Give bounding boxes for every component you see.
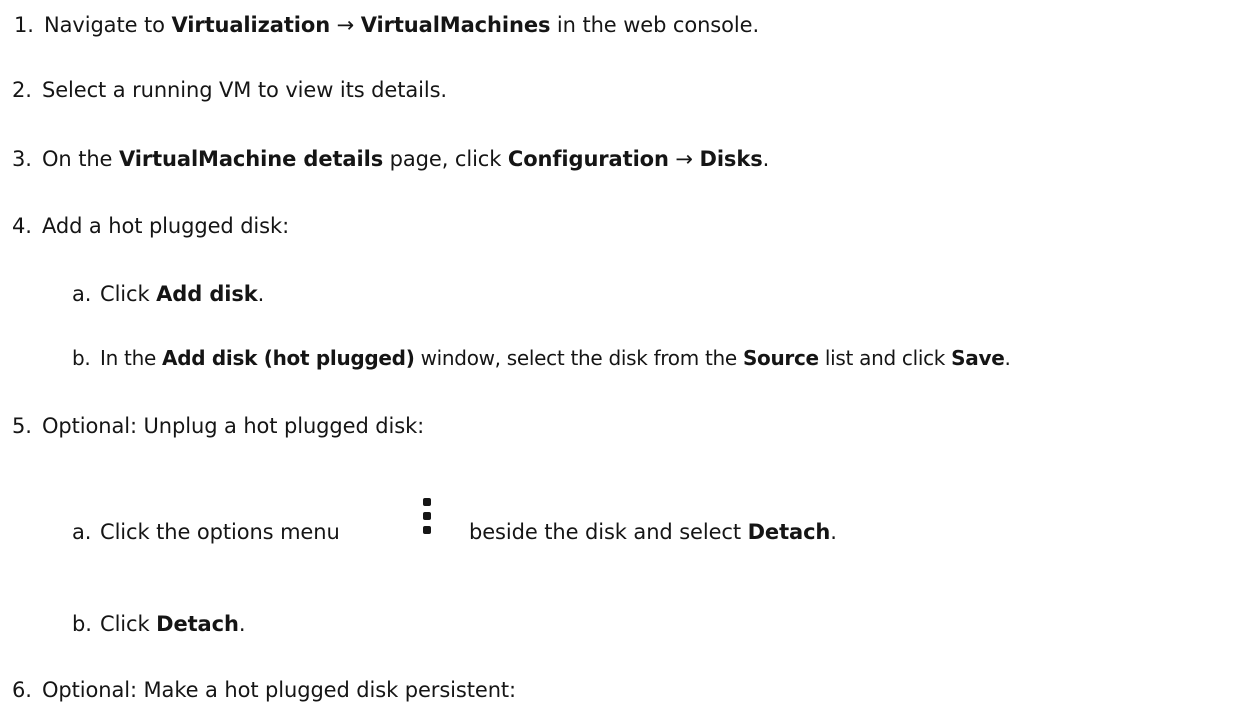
step-text: page, click [383, 147, 508, 171]
step-4: 4. Add a hot plugged disk: [12, 213, 289, 239]
step-text-bold: Save [951, 346, 1005, 370]
step-text: list and click [818, 346, 952, 370]
step-number: 2. [12, 78, 32, 102]
step-5: 5. Optional: Unplug a hot plugged disk: [12, 413, 424, 439]
step-text: Select a running VM to view its details. [42, 78, 447, 102]
step-text: Click [100, 612, 157, 636]
step-text: . [257, 282, 265, 306]
step-text: . [762, 147, 770, 171]
step-text-bold: Detach [747, 520, 831, 544]
step-text: Optional: Unplug a hot plugged disk: [42, 414, 425, 438]
step-6: 6. Optional: Make a hot plugged disk pers… [12, 677, 516, 703]
kebab-icon [422, 498, 433, 540]
step-text: → [330, 13, 361, 37]
step-number: 6. [12, 678, 32, 702]
step-text: window, select the disk from the [414, 346, 743, 370]
substep-letter: a. [72, 282, 92, 306]
step-number: 1. [14, 13, 34, 37]
substep-letter: b. [72, 612, 92, 636]
step-text-bold: Virtualization [171, 13, 331, 37]
step-text: Add a hot plugged disk: [42, 214, 290, 238]
step-text-bold: Source [742, 346, 819, 370]
step-4a: a. Click Add disk. [72, 281, 264, 307]
step-text-bold: Add disk (hot plugged) [162, 346, 415, 370]
step-3: 3. On the VirtualMachine details page, cl… [12, 146, 769, 172]
step-text-bold: VirtualMachine details [118, 147, 384, 171]
step-5a-continued: beside the disk and select Detach. [469, 519, 837, 545]
procedure-document: 1. Navigate to Virtualization → VirtualMa… [0, 0, 1236, 711]
step-number: 4. [12, 214, 32, 238]
step-text: In the [100, 346, 163, 370]
step-text-bold: VirtualMachines [360, 13, 551, 37]
step-text: in the web console. [550, 13, 760, 37]
step-text: beside the disk and select [469, 520, 748, 544]
step-text-bold: Disks [699, 147, 763, 171]
step-number: 5. [12, 414, 32, 438]
substep-letter: b. [72, 346, 91, 370]
step-text: . [1004, 346, 1011, 370]
step-text: . [238, 612, 246, 636]
step-4b: b. In the Add disk (hot plugged) window, … [72, 345, 1011, 371]
step-text-bold: Detach [156, 612, 239, 636]
step-5b: b. Click Detach. [72, 611, 245, 637]
step-text-bold: Add disk [156, 282, 258, 306]
step-text: Click [100, 282, 157, 306]
step-text: On the [42, 147, 119, 171]
step-1: 1. Navigate to Virtualization → VirtualMa… [14, 12, 759, 38]
step-text: . [830, 520, 837, 544]
step-text-bold: Configuration [507, 147, 669, 171]
step-5a: a. Click the options menu [72, 519, 340, 545]
step-text: → [668, 147, 700, 171]
step-text: Click the options menu [100, 520, 340, 544]
step-2: 2. Select a running VM to view its detail… [12, 77, 447, 103]
substep-letter: a. [72, 520, 92, 544]
step-text: Optional: Make a hot plugged disk persis… [42, 678, 517, 702]
step-number: 3. [12, 147, 32, 171]
step-text: Navigate to [44, 13, 172, 37]
